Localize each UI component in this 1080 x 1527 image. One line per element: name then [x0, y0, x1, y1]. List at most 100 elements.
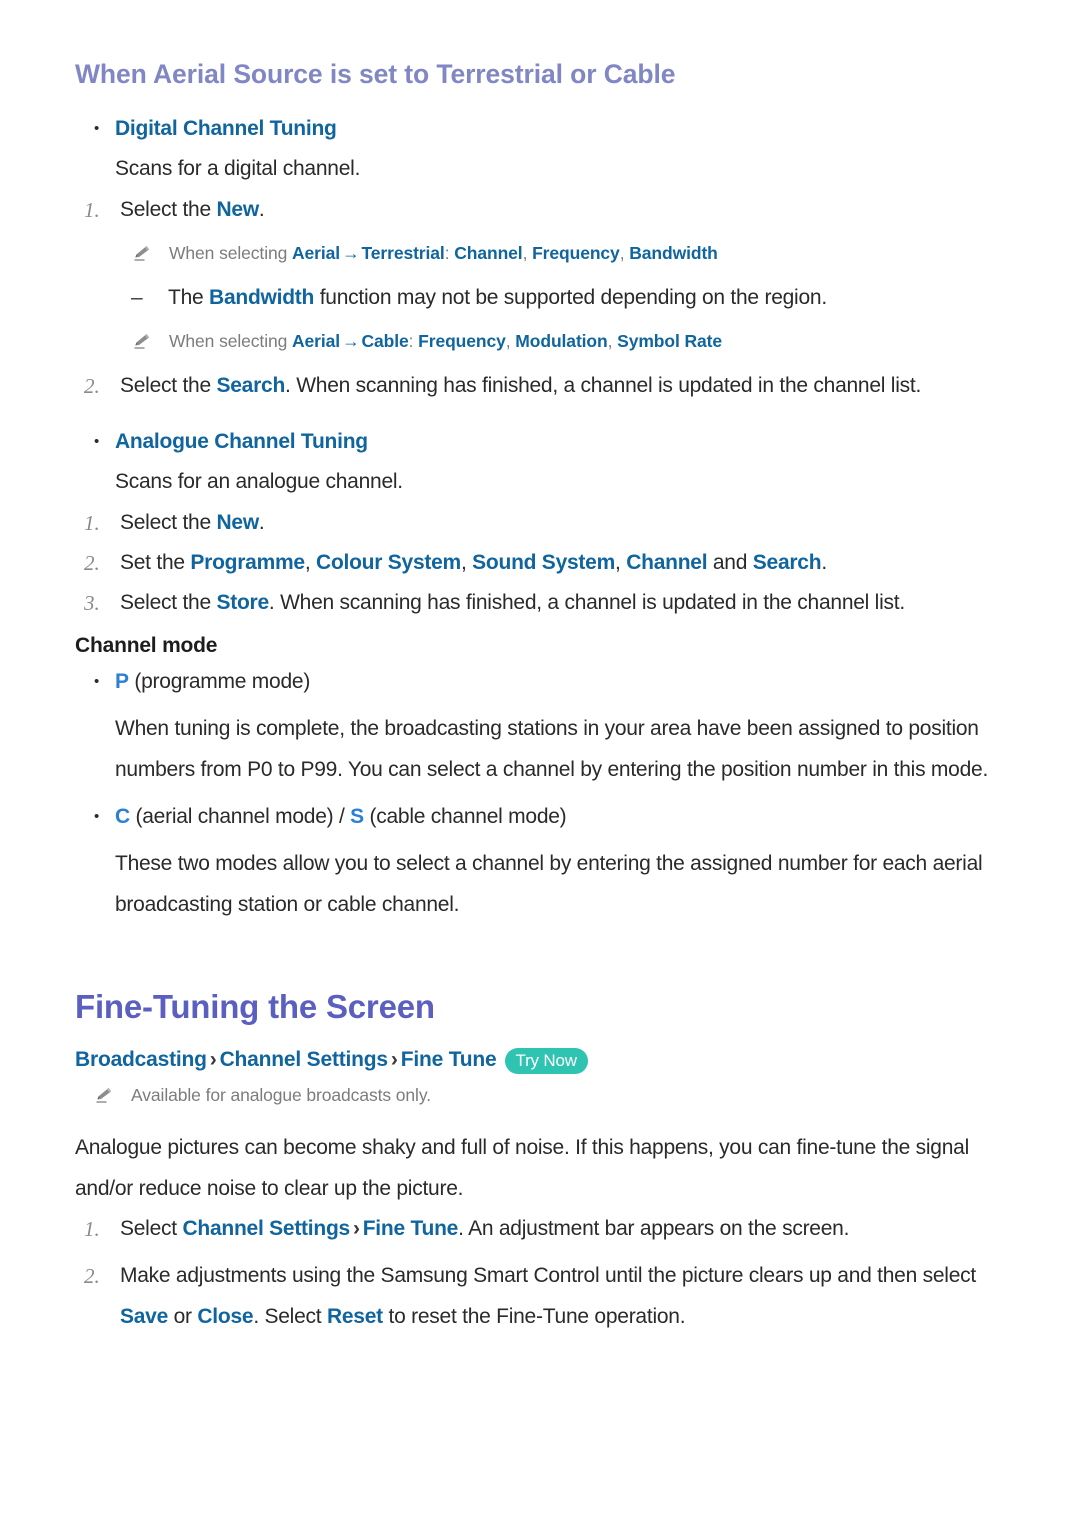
step-text: Select Channel Settings › Fine Tune. An ad…: [120, 1217, 850, 1241]
link-sound-system[interactable]: Sound System: [472, 551, 615, 574]
channel-mode-cs-paragraph: These two modes allow you to select a ch…: [115, 852, 983, 916]
list-number: 3.: [84, 591, 100, 616]
link-new[interactable]: New: [216, 198, 259, 221]
link-channel[interactable]: Channel: [626, 551, 707, 574]
list-number: 2.: [84, 373, 100, 398]
link-cable[interactable]: Cable: [361, 331, 408, 351]
chapter-heading-fine-tuning: Fine-Tuning the Screen: [75, 987, 435, 1025]
step-text: Select the Store. When scanning has fini…: [120, 591, 905, 615]
breadcrumb-separator-icon: ›: [352, 1217, 360, 1241]
link-new[interactable]: New: [216, 511, 259, 534]
link-reset[interactable]: Reset: [327, 1305, 383, 1328]
link-bandwidth[interactable]: Bandwidth: [629, 243, 718, 263]
subheading-channel-mode: Channel mode: [75, 634, 218, 658]
arrow-icon: →: [342, 330, 360, 351]
section-heading-aerial-source: When Aerial Source is set to Terrestrial…: [75, 59, 676, 89]
note-block-analogue-only: Available for analogue broadcasts only.: [75, 1079, 1018, 1113]
code-p: P: [115, 669, 129, 693]
list-number: 1.: [84, 510, 100, 535]
breadcrumb-separator-icon: ›: [390, 1048, 398, 1072]
link-search[interactable]: Search: [753, 551, 822, 574]
digital-tuning-description: Scans for a digital channel.: [115, 157, 361, 181]
arrow-icon: →: [342, 243, 360, 264]
code-c: C: [115, 804, 130, 828]
note-row: When selecting Aerial → Terrestrial: Chann…: [123, 237, 1018, 271]
dash-text-bandwidth: The Bandwidth function may not be suppor…: [168, 285, 827, 309]
channel-mode-c-s: C (aerial channel mode) / S (cable chann…: [115, 804, 567, 828]
link-programme[interactable]: Programme: [190, 551, 305, 574]
paragraph-row: When tuning is complete, the broadcastin…: [75, 709, 1018, 790]
bullet-icon: [75, 797, 115, 837]
link-save[interactable]: Save: [120, 1305, 168, 1328]
link-terrestrial[interactable]: Terrestrial: [361, 243, 444, 263]
bullet-icon: [75, 109, 115, 149]
step-text: Select the New.: [120, 197, 265, 221]
link-aerial[interactable]: Aerial: [292, 331, 340, 351]
link-channel[interactable]: Channel: [454, 243, 522, 263]
list-item: C (aerial channel mode) / S (cable chann…: [75, 797, 1018, 837]
channel-mode-p: P (programme mode): [115, 669, 311, 693]
step-text: Select the Search. When scanning has fin…: [120, 373, 922, 397]
link-modulation[interactable]: Modulation: [515, 331, 607, 351]
paragraph-row: Scans for a digital channel.: [75, 149, 1018, 189]
document-page: When Aerial Source is set to Terrestrial…: [0, 0, 1080, 1527]
link-bandwidth[interactable]: Bandwidth: [209, 286, 314, 309]
note-text-terrestrial: When selecting Aerial → Terrestrial: Chann…: [169, 243, 718, 264]
analogue-tuning-description: Scans for an analogue channel.: [115, 470, 403, 494]
ordered-list-item: 1. Select Channel Settings › Fine Tune. An…: [75, 1209, 1018, 1249]
ordered-list-item: 2. Select the Search. When scanning has …: [75, 366, 1018, 406]
breadcrumb-separator-icon: ›: [209, 1048, 217, 1072]
bullet-icon: [75, 662, 115, 702]
ordered-list-item: 1. Select the New.: [75, 503, 1018, 543]
dash-block-bandwidth: – The Bandwidth function may not be supp…: [75, 278, 1018, 318]
note-row: When selecting Aerial → Cable: Frequency, …: [123, 325, 1018, 359]
list-number: 2.: [84, 1264, 100, 1289]
dash-row: – The Bandwidth function may not be supp…: [123, 278, 1018, 318]
link-frequency[interactable]: Frequency: [418, 331, 506, 351]
bullet-label-digital-channel-tuning: Digital Channel Tuning: [115, 117, 337, 141]
fine-tuning-intro-paragraph: Analogue pictures can become shaky and f…: [75, 1136, 969, 1200]
list-item: Digital Channel Tuning: [75, 109, 1018, 149]
link-aerial[interactable]: Aerial: [292, 243, 340, 263]
pencil-note-icon: [123, 325, 169, 351]
pencil-note-icon: [123, 237, 169, 263]
step-text: Make adjustments using the Samsung Smart…: [120, 1264, 976, 1328]
paragraph-row: Scans for an analogue channel.: [75, 462, 1018, 502]
note-row: Available for analogue broadcasts only.: [85, 1079, 1018, 1113]
list-number: 2.: [84, 550, 100, 575]
ordered-list-item: 2. Set the Programme, Colour System, Sou…: [75, 543, 1018, 583]
pencil-note-icon: [85, 1079, 131, 1105]
breadcrumb: Broadcasting › Channel Settings › Fine Tune T…: [75, 1041, 1018, 1079]
note-block-cable: When selecting Aerial → Cable: Frequency, …: [75, 325, 1018, 359]
ordered-list-item: 1. Select the New.: [75, 190, 1018, 230]
link-symbol-rate[interactable]: Symbol Rate: [617, 331, 722, 351]
note-block-terrestrial: When selecting Aerial → Terrestrial: Chann…: [75, 237, 1018, 271]
link-fine-tune[interactable]: Fine Tune: [363, 1217, 459, 1240]
breadcrumb-item-fine-tune[interactable]: Fine Tune: [401, 1041, 497, 1079]
link-frequency[interactable]: Frequency: [532, 243, 620, 263]
dash-icon: –: [131, 285, 143, 309]
paragraph-row: These two modes allow you to select a ch…: [75, 844, 1018, 925]
list-item: P (programme mode): [75, 662, 1018, 702]
list-item: Analogue Channel Tuning: [75, 422, 1018, 462]
link-close[interactable]: Close: [197, 1305, 253, 1328]
link-search[interactable]: Search: [216, 374, 285, 397]
code-s: S: [350, 804, 364, 828]
note-text-analogue-only: Available for analogue broadcasts only.: [131, 1084, 431, 1105]
link-store[interactable]: Store: [216, 591, 269, 614]
breadcrumb-item-broadcasting[interactable]: Broadcasting: [75, 1041, 207, 1079]
list-number: 1.: [84, 1217, 100, 1242]
bullet-icon: [75, 422, 115, 462]
note-text-cable: When selecting Aerial → Cable: Frequency, …: [169, 330, 723, 351]
breadcrumb-item-channel-settings[interactable]: Channel Settings: [220, 1041, 389, 1079]
try-now-badge[interactable]: Try Now: [504, 1047, 588, 1075]
step-text: Set the Programme, Colour System, Sound …: [120, 550, 827, 574]
link-channel-settings[interactable]: Channel Settings: [182, 1217, 350, 1240]
link-colour-system[interactable]: Colour System: [316, 551, 461, 574]
ordered-list-item: 3. Select the Store. When scanning has f…: [75, 583, 1018, 623]
bullet-label-analogue-channel-tuning: Analogue Channel Tuning: [115, 429, 368, 453]
step-text: Select the New.: [120, 510, 265, 534]
ordered-list-item: 2. Make adjustments using the Samsung Sm…: [75, 1256, 1018, 1337]
channel-mode-p-paragraph: When tuning is complete, the broadcastin…: [115, 717, 989, 781]
list-number: 1.: [84, 197, 100, 222]
